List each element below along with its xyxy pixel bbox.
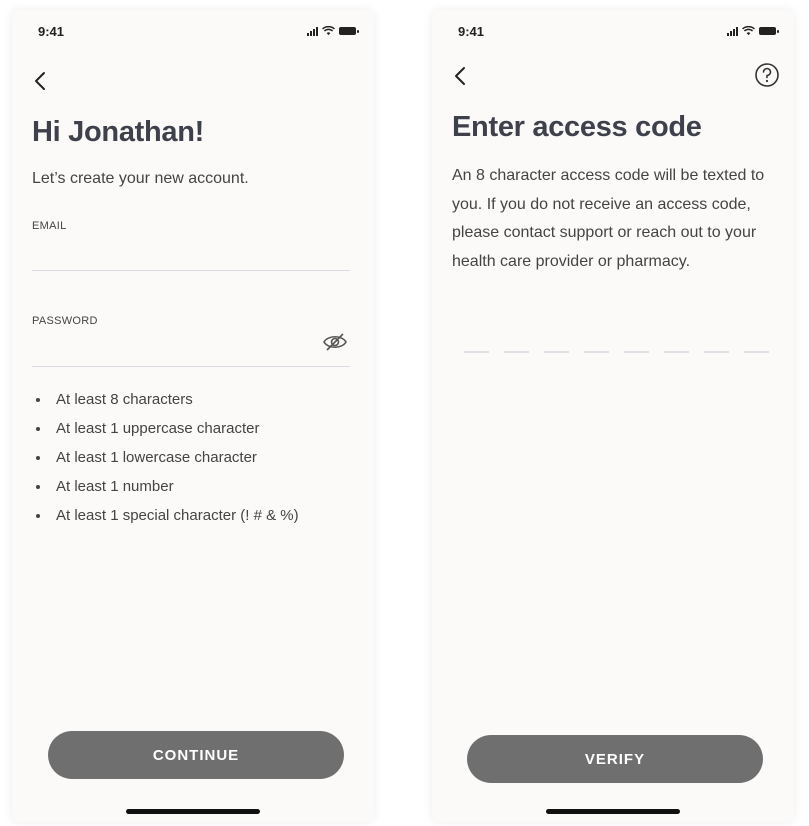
code-slot[interactable] <box>464 351 489 353</box>
code-slot[interactable] <box>704 351 729 353</box>
email-field[interactable] <box>32 242 314 268</box>
password-underline <box>32 366 350 367</box>
create-account-screen: 9:41 Hi Jonathan! Let’s create your new … <box>12 10 374 822</box>
password-rule: At least 8 characters <box>32 390 299 419</box>
password-field[interactable] <box>32 336 314 362</box>
email-label: EMAIL <box>32 220 67 232</box>
chevron-left-icon[interactable] <box>30 70 52 92</box>
home-indicator <box>546 809 680 814</box>
instructions-text: An 8 character access code will be texte… <box>452 167 765 270</box>
signal-icon <box>307 26 318 36</box>
status-icons <box>307 26 359 36</box>
continue-button[interactable]: CONTINUE <box>48 731 344 779</box>
status-time: 9:41 <box>458 24 485 39</box>
email-underline <box>32 270 350 271</box>
password-rule: At least 1 lowercase character <box>32 448 299 477</box>
code-slot[interactable] <box>504 351 529 353</box>
status-time: 9:41 <box>38 24 65 39</box>
password-rule: At least 1 uppercase character <box>32 419 299 448</box>
password-label: PASSWORD <box>32 315 98 327</box>
code-slot[interactable] <box>744 351 769 353</box>
battery-icon <box>759 27 779 35</box>
status-icons <box>727 26 779 36</box>
eye-off-icon[interactable] <box>322 332 348 352</box>
verify-button[interactable]: VERIFY <box>467 735 763 783</box>
access-code-screen: 9:41 Enter access code An 8 character ac… <box>432 10 794 822</box>
question-circle-icon[interactable] <box>754 62 780 88</box>
status-bar: 9:41 <box>12 24 374 42</box>
wifi-icon <box>742 26 755 36</box>
code-slot[interactable] <box>664 351 689 353</box>
page-title: Enter access code <box>452 111 702 143</box>
password-rule: At least 1 special character (! # & %) <box>32 506 299 535</box>
code-slot[interactable] <box>584 351 609 353</box>
signal-icon <box>727 26 738 36</box>
password-rule: At least 1 number <box>32 477 299 506</box>
page-subtitle: Let’s create your new account. <box>32 170 249 187</box>
code-slot[interactable] <box>624 351 649 353</box>
password-rules-list: At least 8 characters At least 1 upperca… <box>32 390 299 535</box>
status-bar: 9:41 <box>432 24 794 42</box>
code-slot[interactable] <box>544 351 569 353</box>
page-title: Hi Jonathan! <box>32 116 205 148</box>
chevron-left-icon[interactable] <box>450 65 472 87</box>
wifi-icon <box>322 26 335 36</box>
battery-icon <box>339 27 359 35</box>
access-code-input[interactable] <box>464 351 769 353</box>
home-indicator <box>126 809 260 814</box>
